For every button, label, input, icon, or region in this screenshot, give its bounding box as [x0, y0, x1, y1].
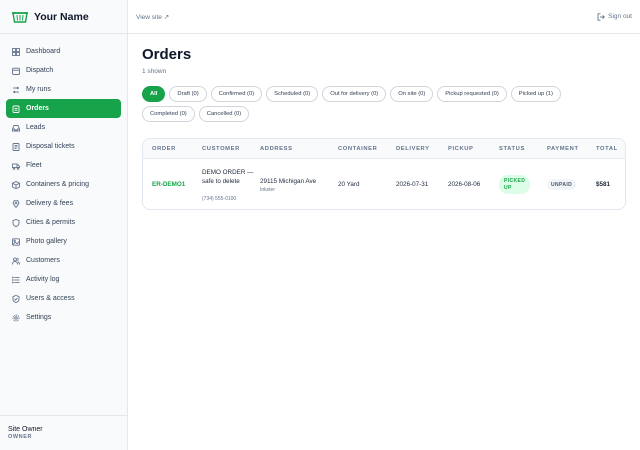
sidebar-item-users-access[interactable]: Users & access — [6, 289, 121, 308]
sidebar-item-label: Photo gallery — [26, 238, 67, 245]
table-header: ORDER CUSTOMER ADDRESS CONTAINER DELIVER… — [143, 139, 625, 159]
sidebar-item-label: Users & access — [26, 295, 75, 302]
sidebar-item-label: Orders — [26, 105, 49, 112]
sidebar-item-fleet[interactable]: Fleet — [6, 156, 121, 175]
sidebar-item-my-runs[interactable]: My runs — [6, 80, 121, 99]
sign-out-button[interactable]: Sign out — [597, 12, 632, 21]
container-size: 20 Yard — [338, 181, 360, 188]
calendar-icon — [12, 67, 20, 75]
status-badge: PICKED UP — [499, 175, 530, 194]
sidebar-item-photo-gallery[interactable]: Photo gallery — [6, 232, 121, 251]
orders-table: ORDER CUSTOMER ADDRESS CONTAINER DELIVER… — [142, 138, 626, 210]
sidebar-item-leads[interactable]: Leads — [6, 118, 121, 137]
column-header-customer[interactable]: CUSTOMER — [202, 146, 240, 152]
dumpster-icon — [12, 11, 28, 23]
address-street: 29115 Michigan Ave — [260, 178, 317, 185]
pickup-date: 2026-08-06 — [448, 181, 481, 188]
user-profile[interactable]: Site Owner OWNER — [0, 415, 127, 450]
column-header-delivery[interactable]: DELIVERY — [396, 146, 430, 152]
sidebar-item-label: Delivery & fees — [26, 200, 74, 207]
sidebar-item-label: Activity log — [26, 276, 60, 283]
sidebar-item-containers-pricing[interactable]: Containers & pricing — [6, 175, 121, 194]
result-count: 1 shown — [142, 68, 167, 75]
route-icon — [12, 86, 20, 93]
customer-phone: (734) 555-0100 — [202, 196, 237, 202]
brand-name: Your Name — [34, 10, 89, 23]
shield-check-icon — [12, 294, 20, 303]
delivery-date: 2026-07-31 — [396, 181, 429, 188]
users-icon — [12, 256, 20, 265]
sidebar-item-label: Customers — [26, 257, 60, 264]
sidebar-item-dispatch[interactable]: Dispatch — [6, 61, 121, 80]
table-row[interactable]: ER-DEMO1 DEMO ORDER — safe to delete (73… — [143, 159, 625, 209]
address-city: Inkster — [260, 187, 276, 193]
main-content: Orders 1 shown All Draft (0) Confirmed (… — [142, 46, 626, 210]
filter-scheduled[interactable]: Scheduled (0) — [266, 86, 319, 102]
filter-pickup-requested[interactable]: Pickup requested (0) — [437, 86, 507, 102]
column-header-order[interactable]: ORDER — [152, 146, 176, 152]
sidebar-item-label: Dispatch — [26, 67, 54, 74]
sidebar-nav: Dashboard Dispatch My runs Orders Leads … — [0, 34, 127, 327]
grid-icon — [12, 47, 20, 56]
clipboard-icon — [12, 105, 20, 113]
sign-out-icon — [597, 12, 606, 21]
view-site-link[interactable]: View site ↗ — [136, 13, 169, 21]
column-header-container[interactable]: CONTAINER — [338, 146, 377, 152]
filter-confirmed[interactable]: Confirmed (0) — [210, 86, 263, 102]
sidebar-item-label: Settings — [26, 314, 52, 321]
sidebar-item-label: Dashboard — [26, 48, 61, 55]
column-header-address[interactable]: ADDRESS — [260, 146, 293, 152]
sidebar-item-customers[interactable]: Customers — [6, 251, 121, 270]
sidebar-item-cities-permits[interactable]: Cities & permits — [6, 213, 121, 232]
filter-completed[interactable]: Completed (0) — [142, 106, 195, 122]
truck-icon — [12, 163, 20, 170]
list-icon — [12, 276, 20, 283]
user-role: OWNER — [8, 434, 33, 440]
customer-name: DEMO ORDER — safe to delete — [202, 169, 254, 185]
payment-badge: UNPAID — [547, 179, 577, 190]
sidebar-item-label: Disposal tickets — [26, 143, 75, 150]
filter-out-for-delivery[interactable]: Out for delivery (0) — [322, 86, 387, 102]
sidebar-item-label: Leads — [26, 124, 46, 131]
column-header-payment[interactable]: PAYMENT — [547, 146, 579, 152]
user-name: Site Owner — [8, 426, 43, 433]
sidebar-item-label: Cities & permits — [26, 219, 76, 226]
sidebar-item-orders[interactable]: Orders — [6, 99, 121, 118]
sidebar-item-label: My runs — [26, 86, 51, 93]
inbox-icon — [12, 124, 20, 131]
sidebar: Your Name Dashboard Dispatch My runs Ord… — [0, 0, 128, 450]
order-id-link[interactable]: ER-DEMO1 — [152, 181, 185, 188]
shield-icon — [12, 218, 20, 227]
sidebar-item-settings[interactable]: Settings — [6, 308, 121, 327]
pin-icon — [12, 199, 20, 208]
filter-cancelled[interactable]: Cancelled (0) — [198, 106, 250, 122]
sidebar-item-label: Fleet — [26, 162, 42, 169]
gear-icon — [12, 314, 20, 321]
sidebar-item-delivery-fees[interactable]: Delivery & fees — [6, 194, 121, 213]
status-filters: All Draft (0) Confirmed (0) Scheduled (0… — [142, 86, 612, 122]
column-header-status[interactable]: STATUS — [499, 146, 525, 152]
column-header-pickup[interactable]: PICKUP — [448, 146, 474, 152]
image-icon — [12, 237, 20, 246]
brand[interactable]: Your Name — [0, 0, 127, 34]
filter-all[interactable]: All — [142, 86, 166, 102]
sidebar-item-label: Containers & pricing — [26, 181, 90, 188]
filter-picked-up[interactable]: Picked up (1) — [510, 86, 561, 102]
sign-out-label: Sign out — [608, 13, 632, 20]
ticket-icon — [12, 142, 20, 151]
sidebar-item-activity-log[interactable]: Activity log — [6, 270, 121, 289]
order-total: $581 — [596, 181, 611, 188]
box-icon — [12, 180, 20, 189]
column-header-total[interactable]: TOTAL — [596, 146, 618, 152]
filter-draft[interactable]: Draft (0) — [169, 86, 207, 102]
sidebar-item-disposal-tickets[interactable]: Disposal tickets — [6, 137, 121, 156]
topbar: View site ↗ Sign out — [128, 0, 640, 34]
sidebar-item-dashboard[interactable]: Dashboard — [6, 42, 121, 61]
page-title: Orders — [142, 46, 192, 63]
filter-on-site[interactable]: On site (0) — [390, 86, 434, 102]
